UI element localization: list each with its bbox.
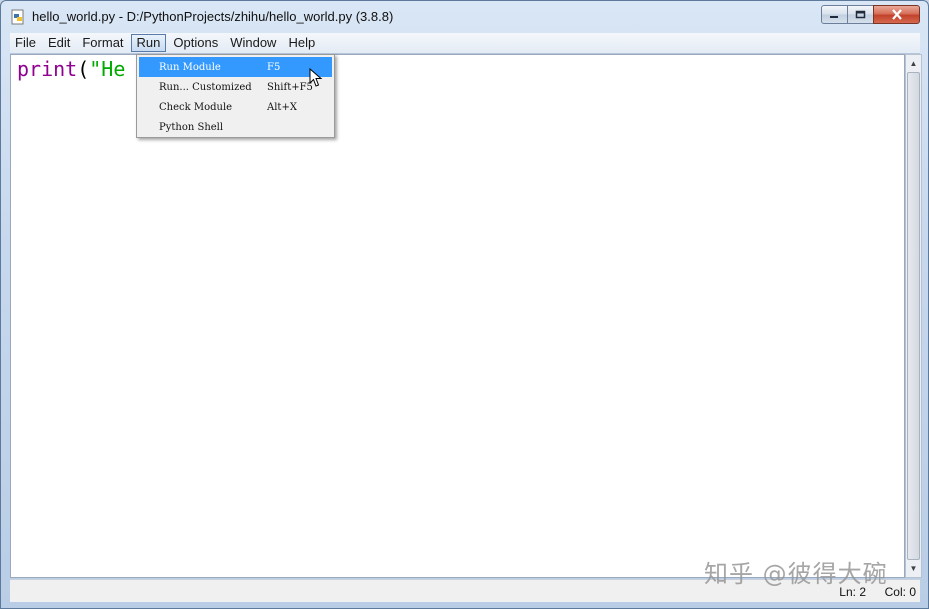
menu-bar: File Edit Format Run Options Window Help: [10, 33, 920, 54]
code-string: "He: [89, 57, 126, 81]
scroll-down-arrow-icon[interactable]: ▼: [906, 560, 921, 577]
menu-window[interactable]: Window: [225, 34, 281, 52]
close-button[interactable]: [873, 5, 920, 24]
maximize-icon: [855, 10, 866, 19]
scrollbar-thumb[interactable]: [907, 72, 920, 560]
menu-file[interactable]: File: [10, 34, 41, 52]
title-bar[interactable]: hello_world.py - D:/PythonProjects/zhihu…: [1, 1, 928, 33]
menu-options[interactable]: Options: [168, 34, 223, 52]
menu-format[interactable]: Format: [77, 34, 128, 52]
python-file-icon: [11, 9, 24, 25]
menu-item-shortcut: Shift+F5: [267, 82, 313, 93]
code-paren: (: [77, 57, 90, 81]
status-column: Col: 0: [884, 585, 916, 599]
menu-help[interactable]: Help: [283, 34, 320, 52]
menu-item-label: Run Module: [159, 62, 221, 73]
mouse-pointer-icon: [309, 68, 323, 87]
menu-item-shortcut: F5: [267, 62, 281, 73]
maximize-button[interactable]: [847, 5, 874, 24]
code-builtin-print: print: [17, 57, 78, 81]
menu-item-python-shell[interactable]: Python Shell: [139, 117, 332, 137]
menu-item-shortcut: Alt+X: [267, 102, 297, 113]
idle-editor-window: hello_world.py - D:/PythonProjects/zhihu…: [0, 0, 929, 609]
menu-item-label: Python Shell: [159, 122, 224, 133]
scroll-up-arrow-icon[interactable]: ▲: [906, 55, 921, 72]
menu-item-label: Run... Customized: [159, 82, 252, 93]
close-icon: [891, 9, 902, 20]
window-title: hello_world.py - D:/PythonProjects/zhihu…: [32, 9, 394, 24]
minimize-button[interactable]: [821, 5, 848, 24]
menu-edit[interactable]: Edit: [43, 34, 75, 52]
menu-item-run-module[interactable]: Run Module F5: [139, 57, 332, 77]
vertical-scrollbar[interactable]: ▲ ▼: [905, 54, 922, 578]
minimize-icon: [830, 16, 838, 18]
code-line-1[interactable]: print("He: [17, 57, 125, 81]
menu-item-check-module[interactable]: Check Module Alt+X: [139, 97, 332, 117]
run-menu-dropdown: Run Module F5 Run... Customized Shift+F5…: [136, 54, 335, 138]
menu-run[interactable]: Run: [130, 34, 167, 52]
watermark-text: 知乎 @彼得大碗: [704, 560, 888, 588]
menu-item-run-customized[interactable]: Run... Customized Shift+F5: [139, 77, 332, 97]
menu-item-label: Check Module: [159, 102, 233, 113]
